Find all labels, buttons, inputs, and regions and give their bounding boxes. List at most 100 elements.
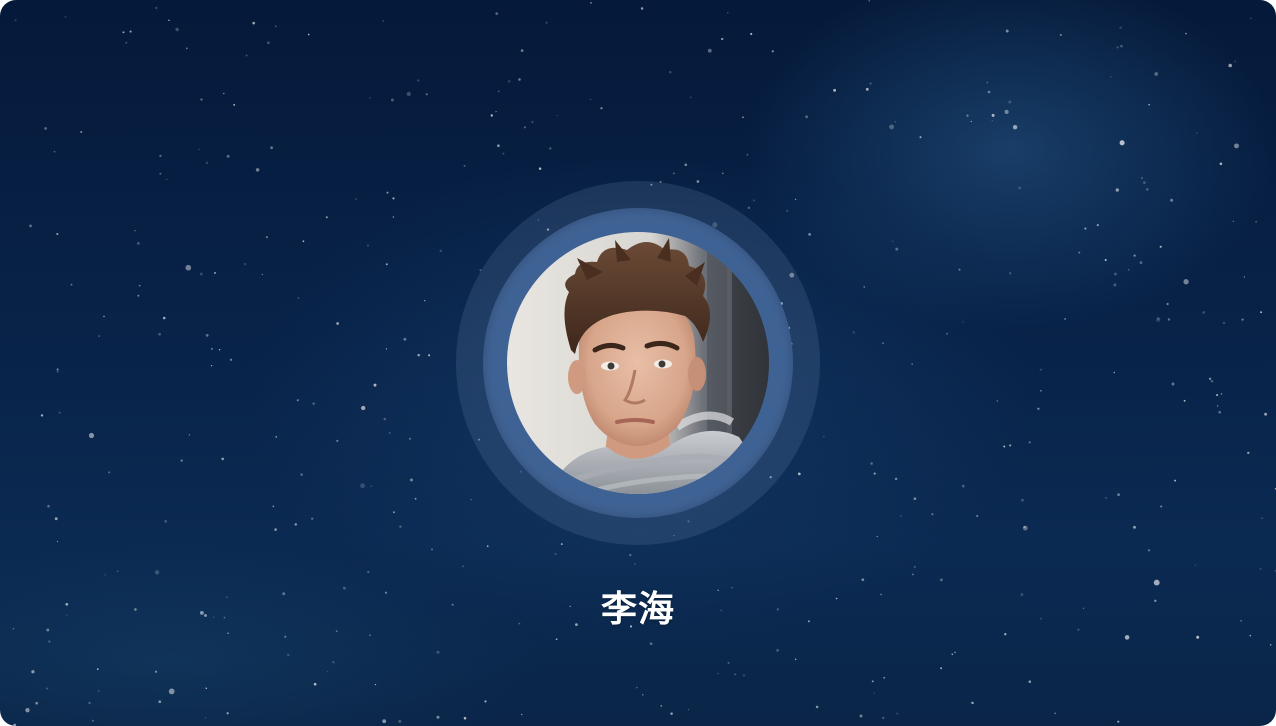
star [1059, 33, 1062, 37]
star [1008, 100, 1012, 104]
star [470, 498, 472, 501]
star [495, 110, 497, 113]
star [1117, 493, 1121, 497]
star [707, 48, 712, 53]
star [210, 364, 213, 367]
star [589, 1, 593, 4]
star [538, 167, 542, 170]
star [286, 653, 290, 657]
star [1113, 371, 1116, 374]
star [734, 673, 737, 676]
star [523, 126, 527, 129]
star [125, 41, 128, 44]
star [1133, 525, 1136, 529]
star [265, 236, 269, 239]
star [48, 640, 51, 643]
star [1167, 318, 1171, 321]
star [669, 71, 672, 74]
star [1160, 505, 1163, 508]
star [96, 668, 99, 670]
star [882, 716, 885, 720]
star [863, 286, 865, 288]
star [65, 602, 69, 606]
star [1143, 181, 1146, 184]
star [436, 715, 440, 719]
star [162, 316, 166, 320]
star [717, 672, 719, 675]
star [786, 210, 789, 212]
star [687, 708, 690, 711]
star [360, 483, 366, 489]
star [805, 115, 809, 119]
star [154, 570, 160, 575]
star [1222, 321, 1226, 325]
user-avatar[interactable] [507, 232, 769, 494]
star [1196, 132, 1198, 134]
star [205, 161, 209, 165]
star [80, 130, 83, 134]
star [833, 88, 837, 92]
star [255, 168, 260, 172]
star [223, 616, 226, 619]
star [1159, 245, 1162, 248]
star [46, 628, 50, 632]
star [408, 437, 411, 440]
star [746, 153, 749, 156]
star [1082, 607, 1085, 609]
star [399, 525, 402, 528]
star [868, 0, 870, 2]
star [213, 271, 217, 274]
star [463, 164, 466, 167]
star [484, 700, 487, 703]
star [137, 294, 140, 297]
star [56, 232, 59, 236]
star [1259, 568, 1262, 570]
star [727, 12, 729, 14]
star [218, 348, 221, 351]
star [370, 485, 373, 488]
star [385, 348, 388, 350]
star [1194, 564, 1197, 567]
star [14, 19, 17, 22]
star [300, 473, 303, 476]
star [414, 497, 417, 500]
star [962, 321, 964, 323]
star [1004, 109, 1009, 115]
star [210, 347, 213, 350]
star [1269, 644, 1272, 646]
star [776, 648, 780, 652]
star [307, 33, 310, 36]
star [1028, 441, 1031, 444]
star [1202, 311, 1205, 314]
star [721, 172, 724, 175]
star [47, 504, 50, 508]
star [900, 514, 902, 517]
star [159, 172, 162, 175]
star [226, 596, 228, 598]
star [859, 714, 863, 718]
star [1037, 407, 1040, 411]
star [392, 216, 395, 218]
star [64, 15, 67, 18]
star [168, 688, 175, 695]
star [103, 315, 105, 318]
star [670, 712, 673, 715]
star [436, 650, 440, 654]
star [1154, 599, 1157, 602]
star [204, 717, 207, 719]
star [1234, 60, 1237, 63]
star [555, 638, 558, 641]
star [815, 705, 819, 709]
star [297, 297, 300, 299]
star [896, 712, 898, 715]
star [996, 400, 999, 402]
star [403, 337, 407, 341]
star [226, 154, 230, 158]
star [870, 462, 873, 465]
star [742, 674, 746, 677]
star [1028, 680, 1032, 683]
star [463, 716, 467, 720]
star [385, 263, 388, 266]
star [1018, 186, 1022, 190]
star [158, 700, 162, 704]
